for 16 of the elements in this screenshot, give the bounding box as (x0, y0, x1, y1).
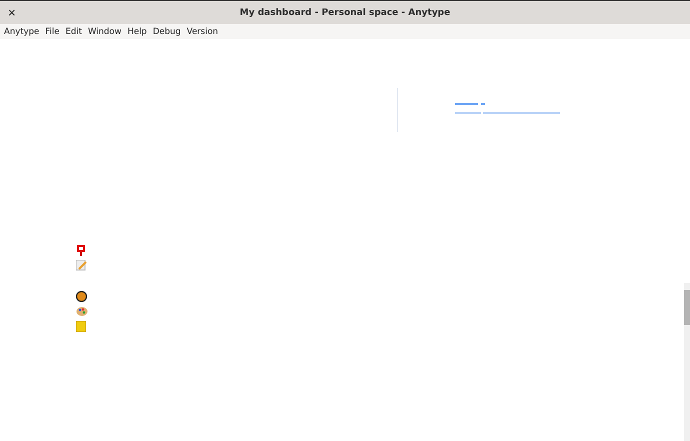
menu-item[interactable]: Debug (150, 26, 184, 36)
scrollbar-thumb[interactable] (684, 290, 690, 325)
palette-icon (76, 306, 88, 317)
link-placeholder-drawing (455, 103, 486, 106)
scrollbar[interactable] (684, 283, 690, 441)
menu-item[interactable]: Anytype (1, 26, 42, 36)
menu-item[interactable]: Version (184, 26, 222, 36)
pin-icon (76, 245, 86, 256)
menu-item[interactable]: File (42, 26, 62, 36)
menu-item[interactable]: Help (124, 26, 150, 36)
menu-item[interactable]: Window (84, 26, 124, 36)
note-icon (76, 321, 86, 332)
pencil-note-icon (76, 260, 87, 271)
close-button[interactable]: × (4, 5, 20, 20)
window-title: My dashboard - Personal space - Anytype (240, 8, 450, 18)
menu-item[interactable]: Edit (62, 26, 85, 36)
